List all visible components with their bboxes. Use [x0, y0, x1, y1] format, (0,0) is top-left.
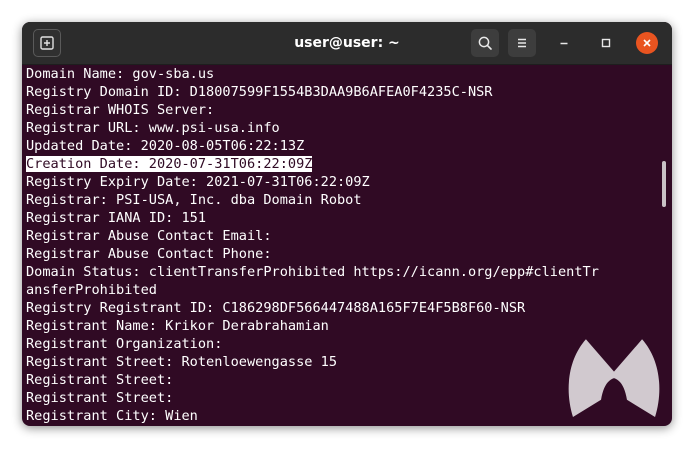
- terminal-line: Registrant Street: Rotenloewengasse 15: [26, 353, 672, 371]
- terminal-line: ansferProhibited: [26, 281, 672, 299]
- scrollbar-thumb[interactable]: [662, 161, 666, 207]
- terminal-line: Domain Name: gov-sba.us: [26, 65, 672, 83]
- terminal-line-text: Domain Name: gov-sba.us: [26, 66, 215, 82]
- terminal-line-text: Registry Registrant ID: C186298DF5664474…: [26, 300, 526, 316]
- terminal-line: Registrar: PSI-USA, Inc. dba Domain Robo…: [26, 191, 672, 209]
- terminal-line-text: Registrant Street:: [26, 390, 174, 406]
- terminal-line: Registrar URL: www.psi-usa.info: [26, 119, 672, 137]
- terminal-line-text: Registrar IANA ID: 151: [26, 210, 207, 226]
- search-icon: [478, 36, 492, 50]
- terminal-output[interactable]: Domain Name: gov-sba.us Registry Domain I…: [22, 64, 672, 426]
- terminal-line-text: Registry Expiry Date: 2021-07-31T06:22:0…: [26, 174, 370, 190]
- terminal-line-text: Registrant Street:: [26, 372, 174, 388]
- terminal-line: Registrant Organization:: [26, 335, 672, 353]
- minimize-icon: [560, 42, 568, 45]
- terminal-line-selected: Creation Date: 2020-07-31T06:22:09Z: [26, 155, 672, 173]
- terminal-line-text: Registrar Abuse Contact Email:: [26, 228, 272, 244]
- terminal-line-text: Registrar URL: www.psi-usa.info: [26, 120, 280, 136]
- terminal-line: Updated Date: 2020-08-05T06:22:13Z: [26, 137, 672, 155]
- hamburger-menu-icon: [518, 38, 526, 48]
- terminal-line: Registrar WHOIS Server:: [26, 101, 672, 119]
- title-bar[interactable]: user@user: ~: [22, 22, 672, 65]
- terminal-line: Registry Expiry Date: 2021-07-31T06:22:0…: [26, 173, 672, 191]
- terminal-line: Registrant Street:: [26, 389, 672, 407]
- terminal-line-text: Registry Domain ID: D18007599F1554B3DAA9…: [26, 84, 493, 100]
- terminal-line-text: Registrant Organization:: [26, 336, 223, 352]
- terminal-line: Registry Domain ID: D18007599F1554B3DAA9…: [26, 83, 672, 101]
- search-button[interactable]: [471, 29, 499, 57]
- terminal-line-text: Updated Date: 2020-08-05T06:22:13Z: [26, 138, 305, 154]
- maximize-icon: [601, 38, 611, 48]
- terminal-line: Registrar Abuse Contact Email:: [26, 227, 672, 245]
- terminal-line-text: ansferProhibited: [26, 282, 157, 298]
- close-icon: [643, 39, 651, 47]
- terminal-line-text: Registrant City: Wien: [26, 408, 198, 424]
- terminal-line: Registrant Name: Krikor Derabrahamian: [26, 317, 672, 335]
- terminal-line-text: Registrant Street: Rotenloewengasse 15: [26, 354, 337, 370]
- minimize-button[interactable]: [553, 32, 575, 54]
- terminal-line: Domain Status: clientTransferProhibited …: [26, 263, 672, 281]
- terminal-line: Registrant Street:: [26, 371, 672, 389]
- terminal-line-text: Creation Date: 2020-07-31T06:22:09Z: [26, 156, 313, 172]
- new-tab-icon: [40, 36, 54, 50]
- new-tab-button[interactable]: [33, 29, 61, 57]
- menu-button[interactable]: [508, 29, 536, 57]
- terminal-line-text: Domain Status: clientTransferProhibited …: [26, 264, 599, 280]
- close-button[interactable]: [636, 32, 658, 54]
- terminal-line: Registrant City: Wien: [26, 407, 672, 425]
- terminal-window: user@user: ~ Domain Name: gov-sba.us Reg…: [22, 22, 672, 426]
- terminal-line-text: Registrar WHOIS Server:: [26, 102, 215, 118]
- terminal-line: Registry Registrant ID: C186298DF5664474…: [26, 299, 672, 317]
- terminal-line-text: Registrar Abuse Contact Phone:: [26, 246, 272, 262]
- terminal-line: Registrar Abuse Contact Phone:: [26, 245, 672, 263]
- terminal-line: Registrar IANA ID: 151: [26, 209, 672, 227]
- terminal-line-text: Registrar: PSI-USA, Inc. dba Domain Robo…: [26, 192, 362, 208]
- maximize-button[interactable]: [595, 32, 617, 54]
- terminal-line-text: Registrant Name: Krikor Derabrahamian: [26, 318, 329, 334]
